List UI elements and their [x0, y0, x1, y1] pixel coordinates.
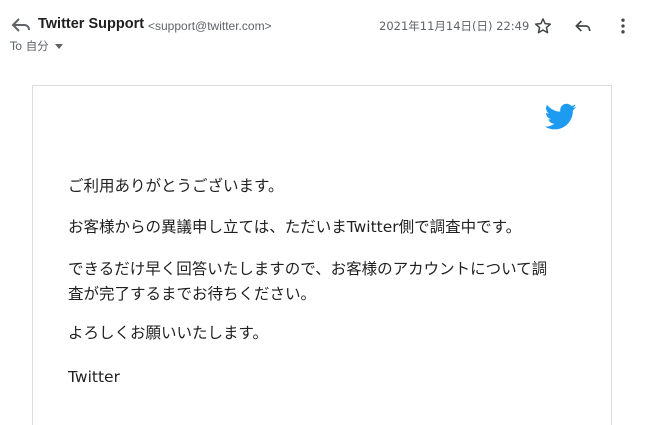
chevron-down-icon [54, 43, 63, 49]
closing-line: よろしくお願いいたします。 [68, 324, 268, 342]
greeting-line: ご利用ありがとうございます。 [68, 177, 284, 195]
email-header: Twitter Support <support@twitter.com> To… [0, 0, 646, 60]
star-icon [534, 18, 552, 34]
star-button[interactable] [531, 14, 555, 38]
more-vert-icon [621, 18, 625, 34]
more-options-button[interactable] [611, 14, 635, 38]
response-note-line-2: 査が完了するまでお待ちください。 [68, 285, 317, 303]
reply-arrow-icon[interactable] [11, 17, 31, 33]
appeal-status-line: お客様からの異議申し立ては、ただいまTwitter側で調査中です。 [68, 218, 522, 236]
sender-email: <support@twitter.com> [148, 19, 272, 33]
recipient-details-toggle[interactable]: To 自分 [10, 38, 63, 54]
reply-button[interactable] [571, 14, 595, 38]
email-body-card: ご利用ありがとうございます。 お客様からの異議申し立ては、ただいまTwitter… [32, 85, 612, 425]
response-note-line-1: できるだけ早く回答いたしますので、お客様のアカウントについて調 [68, 260, 548, 278]
reply-icon [575, 20, 591, 32]
twitter-bird-icon [544, 103, 577, 131]
signature: Twitter [68, 368, 120, 386]
sender-name: Twitter Support [38, 16, 145, 32]
email-date: 2021年11月14日(日) 22:49 [379, 19, 530, 33]
recipient-label: To 自分 [10, 39, 49, 53]
